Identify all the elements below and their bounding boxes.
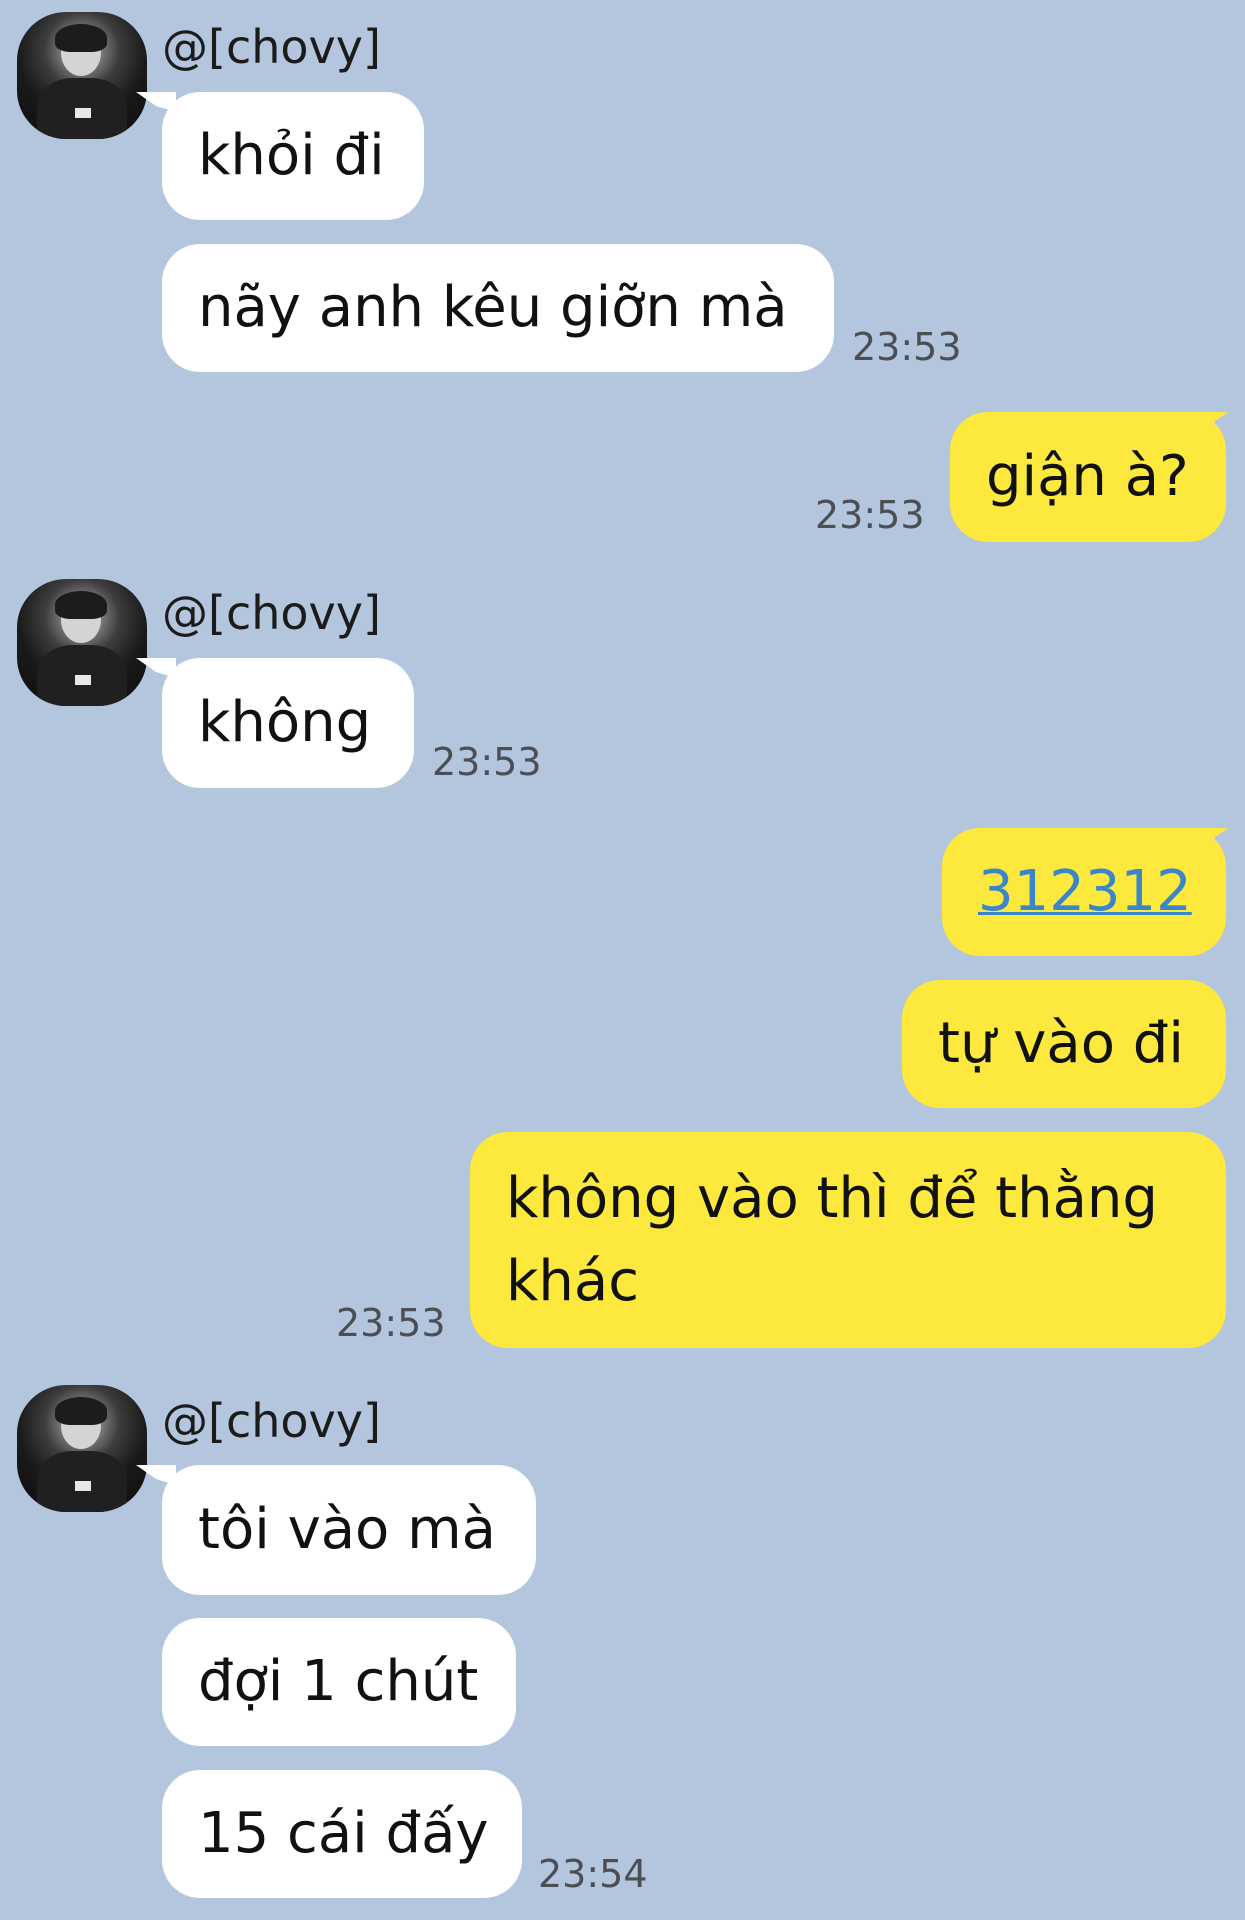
message-bubble[interactable]: không [162, 658, 414, 788]
message-bubble[interactable]: 312312 [942, 828, 1226, 956]
message-bubble[interactable]: giận à? [950, 412, 1226, 542]
message-bubble[interactable]: tự vào đi [902, 980, 1226, 1108]
sender-name: @[chovy] [162, 20, 381, 74]
message-timestamp: 23:53 [336, 1301, 446, 1345]
message-timestamp: 23:54 [538, 1852, 648, 1896]
message-bubble[interactable]: không vào thì để thằng khác [470, 1132, 1226, 1348]
contact-avatar[interactable] [17, 12, 147, 139]
message-bubble[interactable]: nãy anh kêu giỡn mà [162, 244, 834, 372]
message-bubble[interactable]: tôi vào mà [162, 1465, 536, 1595]
message-timestamp: 23:53 [432, 740, 542, 784]
contact-avatar[interactable] [17, 1385, 147, 1512]
message-bubble[interactable]: khỏi đi [162, 92, 424, 220]
message-timestamp: 23:53 [852, 325, 962, 369]
sender-name: @[chovy] [162, 586, 381, 640]
message-link[interactable]: 312312 [978, 857, 1192, 927]
message-bubble[interactable]: 15 cái đấy [162, 1770, 522, 1898]
message-timestamp: 23:53 [815, 493, 925, 537]
contact-avatar[interactable] [17, 579, 147, 706]
message-bubble[interactable]: đợi 1 chút [162, 1618, 516, 1746]
sender-name: @[chovy] [162, 1394, 381, 1448]
